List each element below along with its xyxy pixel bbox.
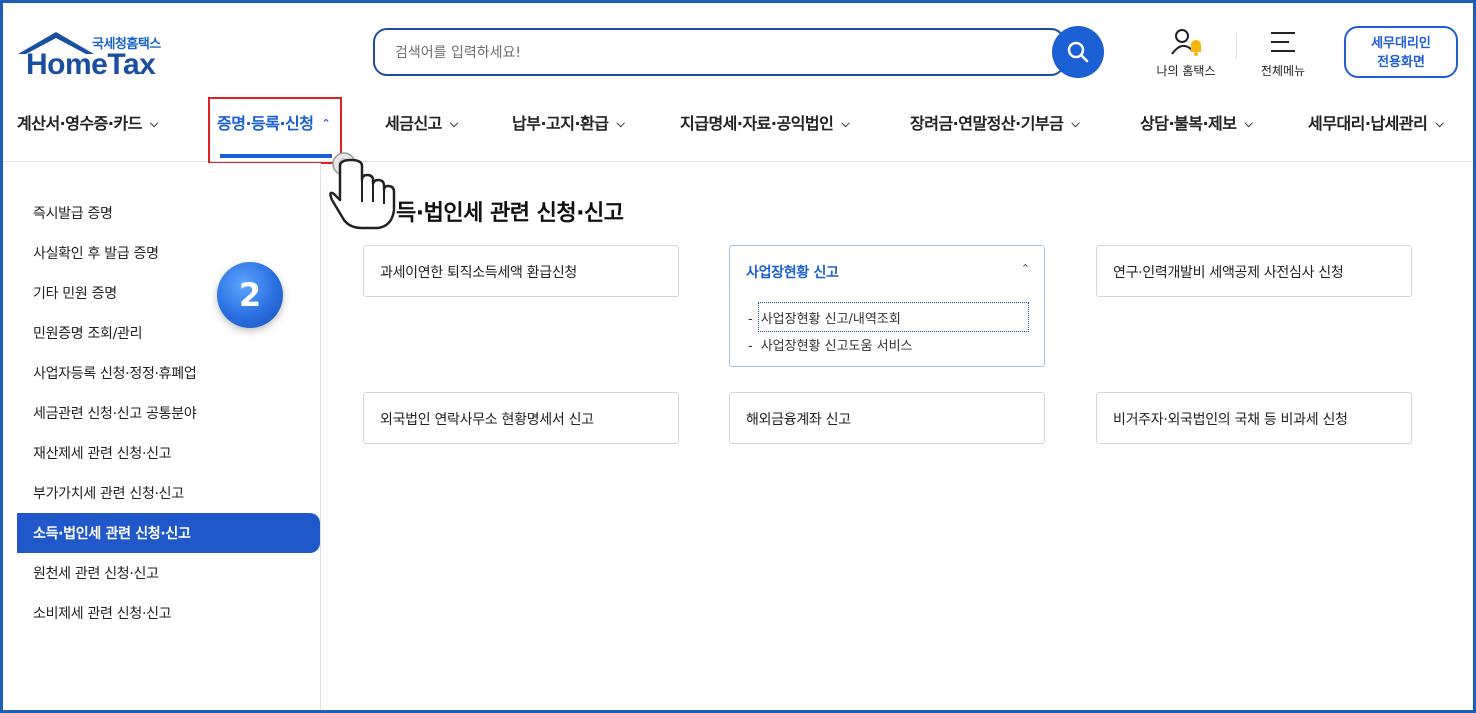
nav-item-payment-statement[interactable]: 지급명세·자료·공익법인 ⌵ xyxy=(680,110,850,134)
sidebar-item-active-label: 소득·법인세 관련 신청·신고 xyxy=(33,526,191,542)
card-overseas-account[interactable]: 해외금융계좌 신고 xyxy=(729,392,1045,444)
sidebar-item[interactable]: 부가가치세 관련 신청·신고 xyxy=(33,483,184,503)
my-hometax-button[interactable]: 나의 홈택스 xyxy=(1148,26,1224,82)
section-title: 득·법인세 관련 신청·신고 xyxy=(396,201,624,226)
card-nonresident-bond[interactable]: 비거주자·외국법인의 국채 등 비과세 신청 xyxy=(1096,392,1412,444)
sub-item-business-status-help[interactable]: - 사업장현황 신고도움 서비스 xyxy=(748,335,913,354)
sidebar-item[interactable]: 재산제세 관련 신청·신고 xyxy=(33,443,172,463)
tax-agent-line1: 세무대리인 xyxy=(1371,36,1431,51)
search-input[interactable] xyxy=(395,42,1035,64)
search-button[interactable] xyxy=(1052,26,1104,78)
search-box xyxy=(373,28,1065,76)
chevron-down-icon: ⌵ xyxy=(841,117,850,130)
nav-item-invoice[interactable]: 계산서·영수증·카드 ⌵ xyxy=(17,110,158,134)
sidebar-item[interactable]: 기타 민원 증명 xyxy=(33,283,117,303)
sidebar-item[interactable]: 세금관련 신청·신고 공통분야 xyxy=(33,403,197,423)
sidebar-item[interactable]: 원천세 관련 신청·신고 xyxy=(33,563,159,583)
nav-item-tax-filing[interactable]: 세금신고 ⌵ xyxy=(385,110,458,134)
nav-item-payment[interactable]: 납부·고지·환급 ⌵ xyxy=(512,110,625,134)
chevron-up-icon[interactable]: ⌃ xyxy=(1021,262,1030,275)
sidebar-item[interactable]: 소비제세 관련 신청·신고 xyxy=(33,603,172,623)
sidebar-item[interactable]: 즉시발급 증명 xyxy=(33,203,113,223)
sidebar: 즉시발급 증명 사실확인 후 발급 증명 기타 민원 증명 민원증명 조회/관리… xyxy=(3,163,321,710)
card-business-status[interactable]: 사업장현황 신고 ⌃ - 사업장현황 신고/내역조회 - 사업장현황 신고도움 서비… xyxy=(729,245,1045,367)
tax-agent-screen-button[interactable]: 세무대리인 전용화면 xyxy=(1344,26,1458,78)
nav-item-incentive[interactable]: 장려금·연말정산·기부금 ⌵ xyxy=(910,110,1080,134)
chevron-down-icon: ⌵ xyxy=(616,117,625,130)
step-badge: 2 xyxy=(217,262,283,328)
card-foreign-liaison[interactable]: 외국법인 연락사무소 현황명세서 신고 xyxy=(363,392,679,444)
card-retirement-refund[interactable]: 과세이연한 퇴직소득세액 환급신청 xyxy=(363,245,679,297)
sub-item-business-status-report[interactable]: - 사업장현황 신고/내역조회 xyxy=(748,308,901,327)
pointer-hand-icon xyxy=(329,152,396,230)
sidebar-item[interactable]: 민원증명 조회/관리 xyxy=(33,323,143,343)
chevron-down-icon: ⌵ xyxy=(449,117,458,130)
chevron-down-icon: ⌵ xyxy=(149,117,158,130)
sidebar-item[interactable]: 사업자등록 신청·정정·휴폐업 xyxy=(33,363,197,383)
all-menu-label: 전체메뉴 xyxy=(1260,64,1306,78)
logo-title: HomeTax xyxy=(26,48,156,81)
nav-item-tax-agent[interactable]: 세무대리·납세관리 ⌵ xyxy=(1308,110,1444,134)
header-divider xyxy=(1236,33,1237,59)
chevron-down-icon: ⌵ xyxy=(1071,117,1080,130)
user-bell-icon xyxy=(1171,29,1201,56)
chevron-down-icon: ⌵ xyxy=(1244,117,1253,130)
card-rnd-credit[interactable]: 연구·인력개발비 세액공제 사전심사 신청 xyxy=(1096,245,1412,297)
chevron-down-icon: ⌵ xyxy=(1435,117,1444,130)
sidebar-item[interactable]: 사실확인 후 발급 증명 xyxy=(33,243,159,263)
all-menu-button[interactable]: 전체메뉴 xyxy=(1250,26,1316,82)
tax-agent-line2: 전용화면 xyxy=(1377,55,1425,70)
my-hometax-label: 나의 홈택스 xyxy=(1156,64,1216,78)
search-icon xyxy=(1067,41,1089,63)
hamburger-icon xyxy=(1271,32,1295,52)
nav-item-consultation[interactable]: 상담·불복·제보 ⌵ xyxy=(1140,110,1253,134)
